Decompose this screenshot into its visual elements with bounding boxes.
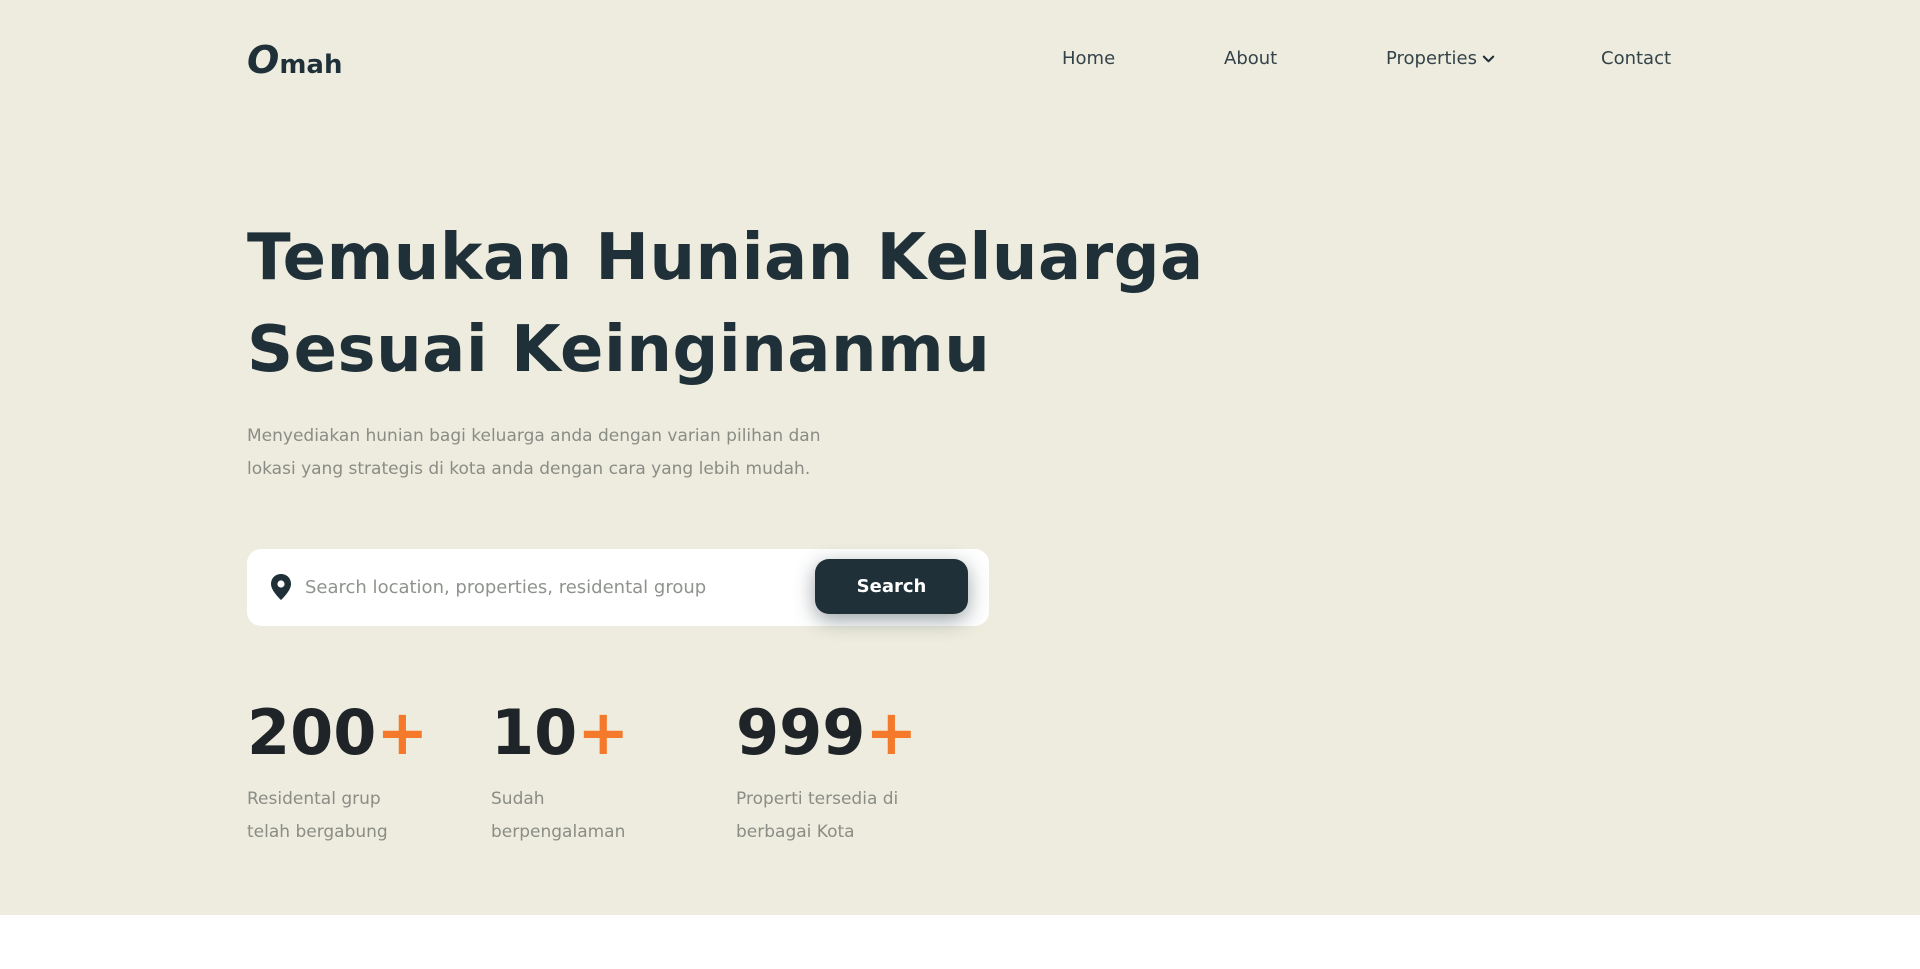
stat-label: Properti tersedia di berbagai Kota (736, 783, 926, 849)
stat-value: 200 (247, 696, 377, 769)
search-input[interactable] (305, 567, 785, 607)
search-button[interactable]: Search (815, 559, 968, 614)
stat-plus: + (865, 696, 918, 769)
stat-label-line-2: berpengalaman (491, 822, 626, 842)
hero-section: O mah Home About Properties Contact Temu… (0, 0, 1920, 915)
hero-headline-line-2: Sesuai Keinginanmu (247, 313, 991, 387)
hero-description-line-2: lokasi yang strategis di kota anda denga… (247, 459, 811, 479)
stat-properties: 999+ Properti tersedia di berbagai Kota (736, 693, 926, 849)
stat-value: 999 (736, 696, 866, 769)
stat-experience: 10+ Sudah berpengalaman (491, 693, 681, 849)
nav-about-link[interactable]: About (1224, 48, 1277, 69)
hero-headline: Temukan Hunian Keluarga Sesuai Keinginan… (247, 212, 1204, 396)
hero-description: Menyediakan hunian bagi keluarga anda de… (247, 420, 887, 486)
stat-label-line-2: telah bergabung (247, 822, 388, 842)
nav-properties-label: Properties (1386, 48, 1477, 69)
hero-headline-line-1: Temukan Hunian Keluarga (247, 221, 1204, 295)
hero-description-line-1: Menyediakan hunian bagi keluarga anda de… (247, 426, 821, 446)
map-pin-icon (271, 574, 291, 600)
search-bar: Search (247, 549, 989, 626)
nav-contact-link[interactable]: Contact (1601, 48, 1671, 69)
stat-label-line-2: berbagai Kota (736, 822, 855, 842)
stat-label: Sudah berpengalaman (491, 783, 681, 849)
stat-number: 200+ (247, 693, 437, 773)
stat-value: 10 (491, 696, 578, 769)
stat-label-line-1: Properti tersedia di (736, 789, 899, 809)
stat-label: Residental grup telah bergabung (247, 783, 437, 849)
stat-label-line-1: Sudah (491, 789, 545, 809)
stat-number: 999+ (736, 693, 926, 773)
stat-plus: + (376, 696, 429, 769)
stat-residential-groups: 200+ Residental grup telah bergabung (247, 693, 437, 849)
stat-plus: + (577, 696, 630, 769)
chevron-down-icon (1482, 55, 1495, 63)
stat-number: 10+ (491, 693, 681, 773)
nav-properties-dropdown[interactable]: Properties (1386, 48, 1496, 69)
nav-home-link[interactable]: Home (1062, 48, 1115, 69)
stat-label-line-1: Residental grup (247, 789, 381, 809)
main-nav: Home About Properties Contact (0, 48, 1920, 74)
